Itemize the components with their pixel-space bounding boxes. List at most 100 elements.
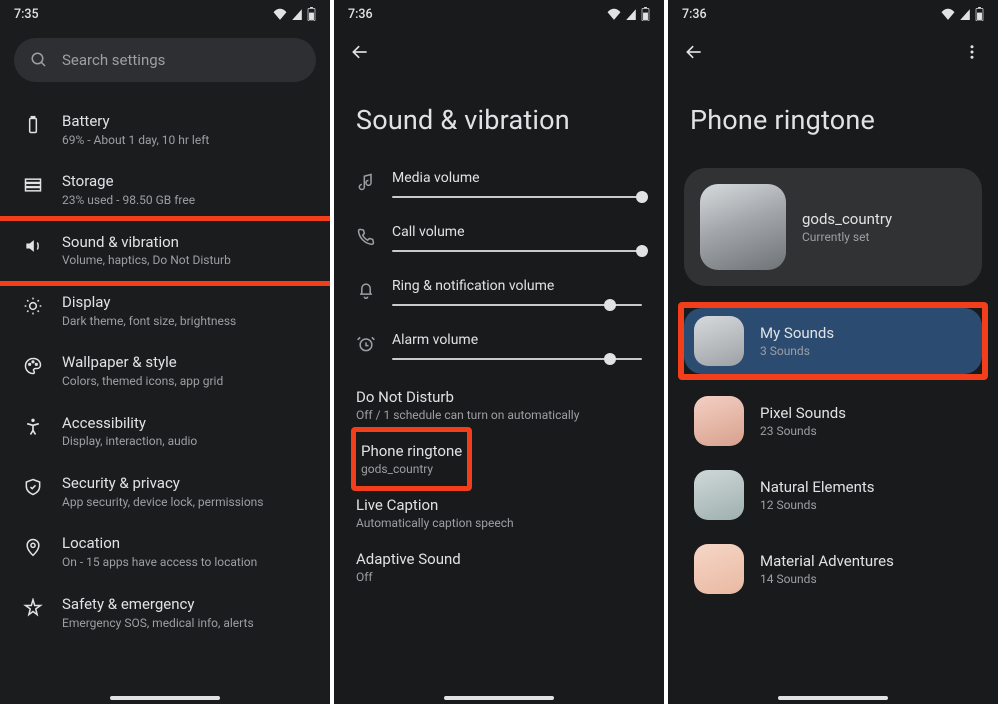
settings-screen: 7:35 Search settings Battery 69% - About… xyxy=(0,0,330,704)
category-my-sounds[interactable]: My Sounds 3 Sounds xyxy=(684,308,982,374)
slider-thumb[interactable] xyxy=(604,299,616,311)
current-ringtone-sub: Currently set xyxy=(802,230,892,244)
category-sub: 12 Sounds xyxy=(760,498,875,512)
phone-icon xyxy=(356,226,376,246)
volume-slider-call-volume[interactable]: Call volume xyxy=(356,216,642,270)
category-natural-elements[interactable]: Natural Elements 12 Sounds xyxy=(684,462,982,528)
category-swatch xyxy=(694,316,744,366)
setting-sub: Automatically caption speech xyxy=(356,516,642,530)
bell-icon xyxy=(356,280,376,300)
row-sub: Colors, themed icons, app grid xyxy=(62,374,223,390)
row-title: Location xyxy=(62,534,257,553)
settings-row-battery[interactable]: Battery 69% - About 1 day, 10 hr left xyxy=(0,100,330,160)
volume-slider-alarm-volume[interactable]: Alarm volume xyxy=(356,324,642,378)
category-name: Pixel Sounds xyxy=(760,404,846,422)
setting-live-caption[interactable]: Live Caption Automatically caption speec… xyxy=(356,486,642,540)
setting-title: Phone ringtone xyxy=(361,442,462,460)
category-name: Natural Elements xyxy=(760,478,875,496)
display-icon xyxy=(22,295,44,317)
slider-track[interactable] xyxy=(392,196,642,198)
settings-list: Battery 69% - About 1 day, 10 hr left St… xyxy=(0,100,330,653)
wifi-icon xyxy=(941,8,955,20)
setting-title: Adaptive Sound xyxy=(356,550,642,568)
category-name: My Sounds xyxy=(760,324,834,342)
battery-icon xyxy=(307,7,316,21)
sound-settings-list: Do Not Disturb Off / 1 schedule can turn… xyxy=(334,378,664,594)
back-button[interactable] xyxy=(348,40,372,64)
nav-handle[interactable] xyxy=(778,696,888,700)
volume-slider-ring-notification-volume[interactable]: Ring & notification volume xyxy=(356,270,642,324)
note-icon xyxy=(356,172,376,192)
settings-row-security-privacy[interactable]: Security & privacy App security, device … xyxy=(0,462,330,522)
category-material-adventures[interactable]: Material Adventures 14 Sounds xyxy=(684,536,982,602)
row-sub: Display, interaction, audio xyxy=(62,434,197,450)
setting-phone-ringtone[interactable]: Phone ringtone gods_country xyxy=(356,432,642,486)
row-sub: On - 15 apps have access to location xyxy=(62,555,257,571)
row-title: Display xyxy=(62,293,236,312)
alarm-icon xyxy=(356,334,376,354)
settings-row-sound-vibration[interactable]: Sound & vibration Volume, haptics, Do No… xyxy=(0,216,330,286)
access-icon xyxy=(22,416,44,438)
battery-icon xyxy=(641,7,650,21)
storage-icon xyxy=(22,174,44,196)
clock-time: 7:35 xyxy=(14,7,39,22)
current-ringtone-card[interactable]: gods_country Currently set xyxy=(684,168,982,286)
setting-adaptive-sound[interactable]: Adaptive Sound Off xyxy=(356,540,642,594)
slider-label: Call volume xyxy=(392,224,642,240)
top-bar xyxy=(334,28,664,76)
category-sub: 3 Sounds xyxy=(760,344,834,358)
slider-track[interactable] xyxy=(392,250,642,252)
battery-icon xyxy=(975,7,984,21)
slider-thumb[interactable] xyxy=(636,245,648,257)
category-pixel-sounds[interactable]: Pixel Sounds 23 Sounds xyxy=(684,388,982,454)
setting-title: Live Caption xyxy=(356,496,642,514)
star-icon xyxy=(22,597,44,619)
volume-slider-media-volume[interactable]: Media volume xyxy=(356,162,642,216)
search-settings-field[interactable]: Search settings xyxy=(14,38,316,82)
status-bar: 7:35 xyxy=(0,0,330,28)
slider-track[interactable] xyxy=(392,304,642,306)
setting-title: Do Not Disturb xyxy=(356,388,642,406)
row-sub: App security, device lock, permissions xyxy=(62,495,263,511)
category-sub: 14 Sounds xyxy=(760,572,894,586)
category-name: Material Adventures xyxy=(760,552,894,570)
search-placeholder: Search settings xyxy=(62,51,165,69)
row-title: Accessibility xyxy=(62,414,197,433)
current-ringtone-name: gods_country xyxy=(802,210,892,228)
settings-row-wallpaper-style[interactable]: Wallpaper & style Colors, themed icons, … xyxy=(0,341,330,401)
setting-sub: Off / 1 schedule can turn on automatical… xyxy=(356,408,642,422)
page-title: Phone ringtone xyxy=(668,76,998,162)
row-sub: 69% - About 1 day, 10 hr left xyxy=(62,133,209,149)
back-button[interactable] xyxy=(682,40,706,64)
row-title: Security & privacy xyxy=(62,474,263,493)
page-title: Sound & vibration xyxy=(334,76,664,162)
row-sub: Emergency SOS, medical info, alerts xyxy=(62,616,254,632)
category-sub: 23 Sounds xyxy=(760,424,846,438)
settings-row-display[interactable]: Display Dark theme, font size, brightnes… xyxy=(0,281,330,341)
settings-row-accessibility[interactable]: Accessibility Display, interaction, audi… xyxy=(0,402,330,462)
slider-label: Media volume xyxy=(392,170,642,186)
volume-icon xyxy=(22,235,44,257)
settings-row-safety-emergency[interactable]: Safety & emergency Emergency SOS, medica… xyxy=(0,583,330,643)
nav-handle[interactable] xyxy=(110,696,220,700)
signal-icon xyxy=(625,8,637,20)
signal-icon xyxy=(291,8,303,20)
row-sub: Dark theme, font size, brightness xyxy=(62,314,236,330)
slider-track[interactable] xyxy=(392,358,642,360)
phone-ringtone-screen: 7:36 Phone ringtone gods_country Current… xyxy=(668,0,998,704)
row-title: Safety & emergency xyxy=(62,595,254,614)
top-bar xyxy=(668,28,998,76)
nav-handle[interactable] xyxy=(444,696,554,700)
slider-label: Alarm volume xyxy=(392,332,642,348)
row-title: Battery xyxy=(62,112,209,131)
pin-icon xyxy=(22,536,44,558)
slider-thumb[interactable] xyxy=(604,353,616,365)
settings-row-storage[interactable]: Storage 23% used - 98.50 GB free xyxy=(0,160,330,220)
settings-row-location[interactable]: Location On - 15 apps have access to loc… xyxy=(0,522,330,582)
category-swatch xyxy=(694,544,744,594)
slider-thumb[interactable] xyxy=(636,191,648,203)
row-sub: Volume, haptics, Do Not Disturb xyxy=(62,253,231,269)
more-button[interactable] xyxy=(960,40,984,64)
sound-vibration-screen: 7:36 Sound & vibration Media volume Call… xyxy=(334,0,664,704)
setting-do-not-disturb[interactable]: Do Not Disturb Off / 1 schedule can turn… xyxy=(356,378,642,432)
